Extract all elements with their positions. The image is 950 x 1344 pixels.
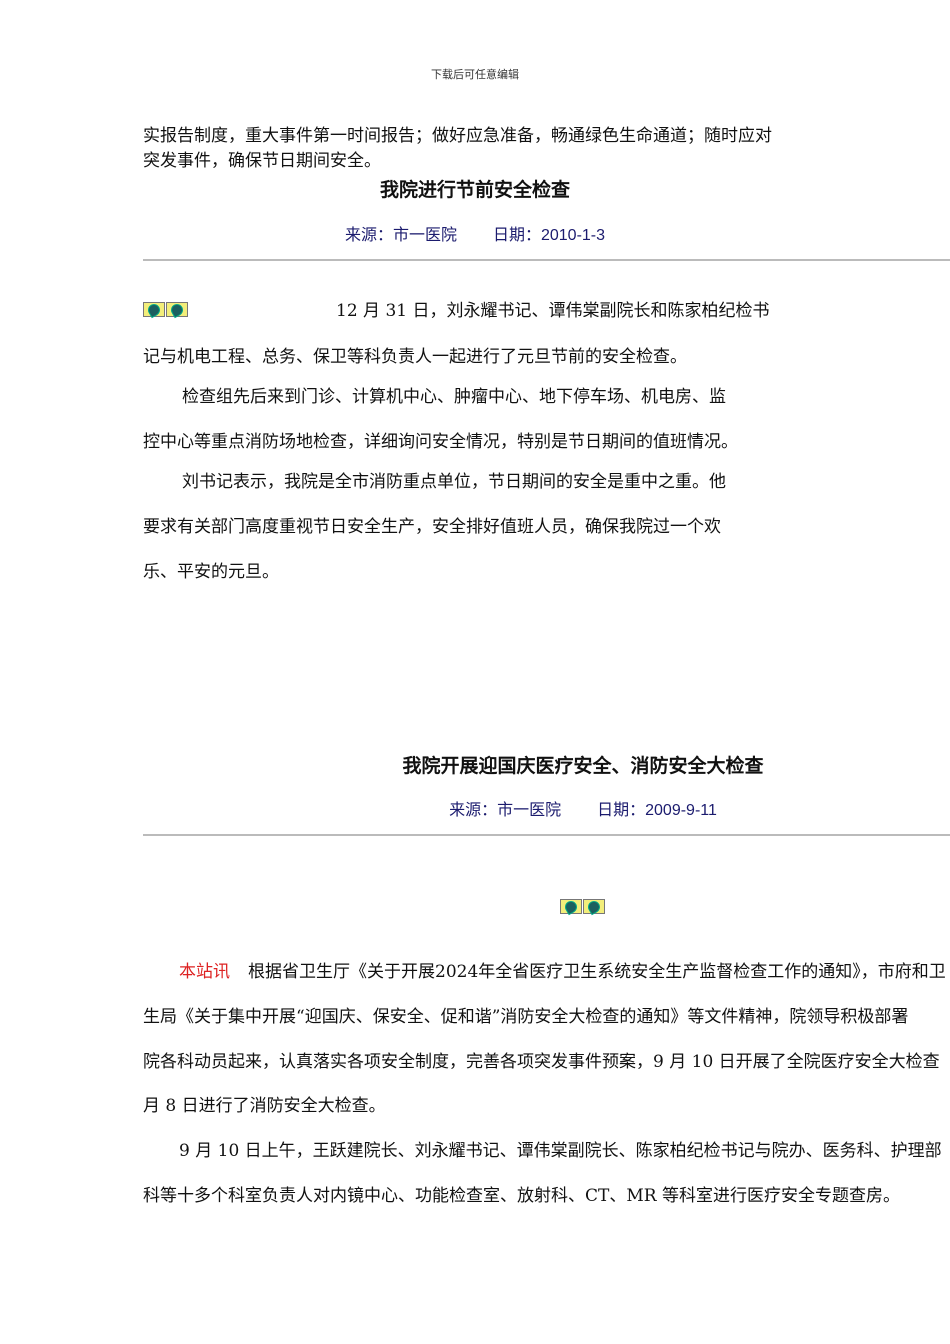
divider <box>143 259 950 261</box>
article-source: 来源：市一医院 <box>344 225 457 244</box>
paragraph-line: 刘书记表示，我院是全市消防重点单位，节日期间的安全是重中之重。他 <box>182 472 726 492</box>
article-date: 日期：2009-9-11 <box>597 802 717 819</box>
article-date: 日期：2010-1-3 <box>492 227 606 244</box>
article-title: 我院进行节前安全检查 <box>379 179 571 201</box>
paragraph-line: 控中心等重点消防场地检查，详细询问安全情况，特别是节日期间的值班情况。 <box>143 432 738 452</box>
intro-line: 实报告制度，重大事件第一时间报告；做好应急准备，畅通绿色生命通道；随时应对 <box>143 126 772 146</box>
image-icon <box>166 301 188 318</box>
image-placeholder-icons <box>143 301 188 318</box>
paragraph-line: 检查组先后来到门诊、计算机中心、肿瘤中心、地下停车场、机电房、监 <box>182 387 726 407</box>
paragraph-text: 根据省卫生厅《关于开展2024年全省医疗卫生系统安全生产监督检查工作的通知》，市… <box>248 962 946 982</box>
article-title: 我院开展迎国庆医疗安全、消防安全大检查 <box>402 755 764 777</box>
paragraph-line: 院各科动员起来，认真落实各项安全制度，完善各项突发事件预案，9 月 10 日开展… <box>143 1052 940 1072</box>
paragraph-line: 要求有关部门高度重视节日安全生产，安全排好值班人员，确保我院过一个欢 <box>143 517 721 537</box>
paragraph-line: 科等十多个科室负责人对内镜中心、功能检查室、放射科、CT、MR 等科室进行医疗安… <box>143 1186 900 1206</box>
dateline-label: 本站讯 <box>179 962 230 982</box>
article-source: 来源：市一医院 <box>449 800 562 819</box>
article-meta: 来源：市一医院 日期：2010-1-3 <box>345 221 605 245</box>
paragraph-line: 乐、平安的元旦。 <box>143 562 279 582</box>
paragraph-line: 生局《关于集中开展“迎国庆、保安全、促和谐”消防安全大检查的通知》等文件精神，院… <box>143 1007 909 1027</box>
intro-line: 突发事件，确保节日期间安全。 <box>143 151 381 171</box>
page-header: 下载后可任意编辑 <box>431 68 519 81</box>
divider <box>143 834 950 836</box>
article-meta: 来源：市一医院 日期：2009-9-11 <box>449 796 717 820</box>
image-icon <box>560 898 582 915</box>
paragraph-line: 9 月 10 日上午，王跃建院长、刘永耀书记、谭伟棠副院长、陈家柏纪检书记与院办… <box>179 1141 942 1161</box>
image-icon <box>583 898 605 915</box>
image-placeholder-icons <box>560 898 605 915</box>
image-icon <box>143 301 165 318</box>
paragraph-line: 月 8 日进行了消防安全大检查。 <box>143 1096 386 1116</box>
paragraph-line: 12 月 31 日，刘永耀书记、谭伟棠副院长和陈家柏纪检书 <box>336 301 770 321</box>
paragraph-line: 本站讯 根据省卫生厅《关于开展2024年全省医疗卫生系统安全生产监督检查工作的通知… <box>179 962 946 982</box>
paragraph-line: 记与机电工程、总务、保卫等科负责人一起进行了元旦节前的安全检查。 <box>143 347 687 367</box>
